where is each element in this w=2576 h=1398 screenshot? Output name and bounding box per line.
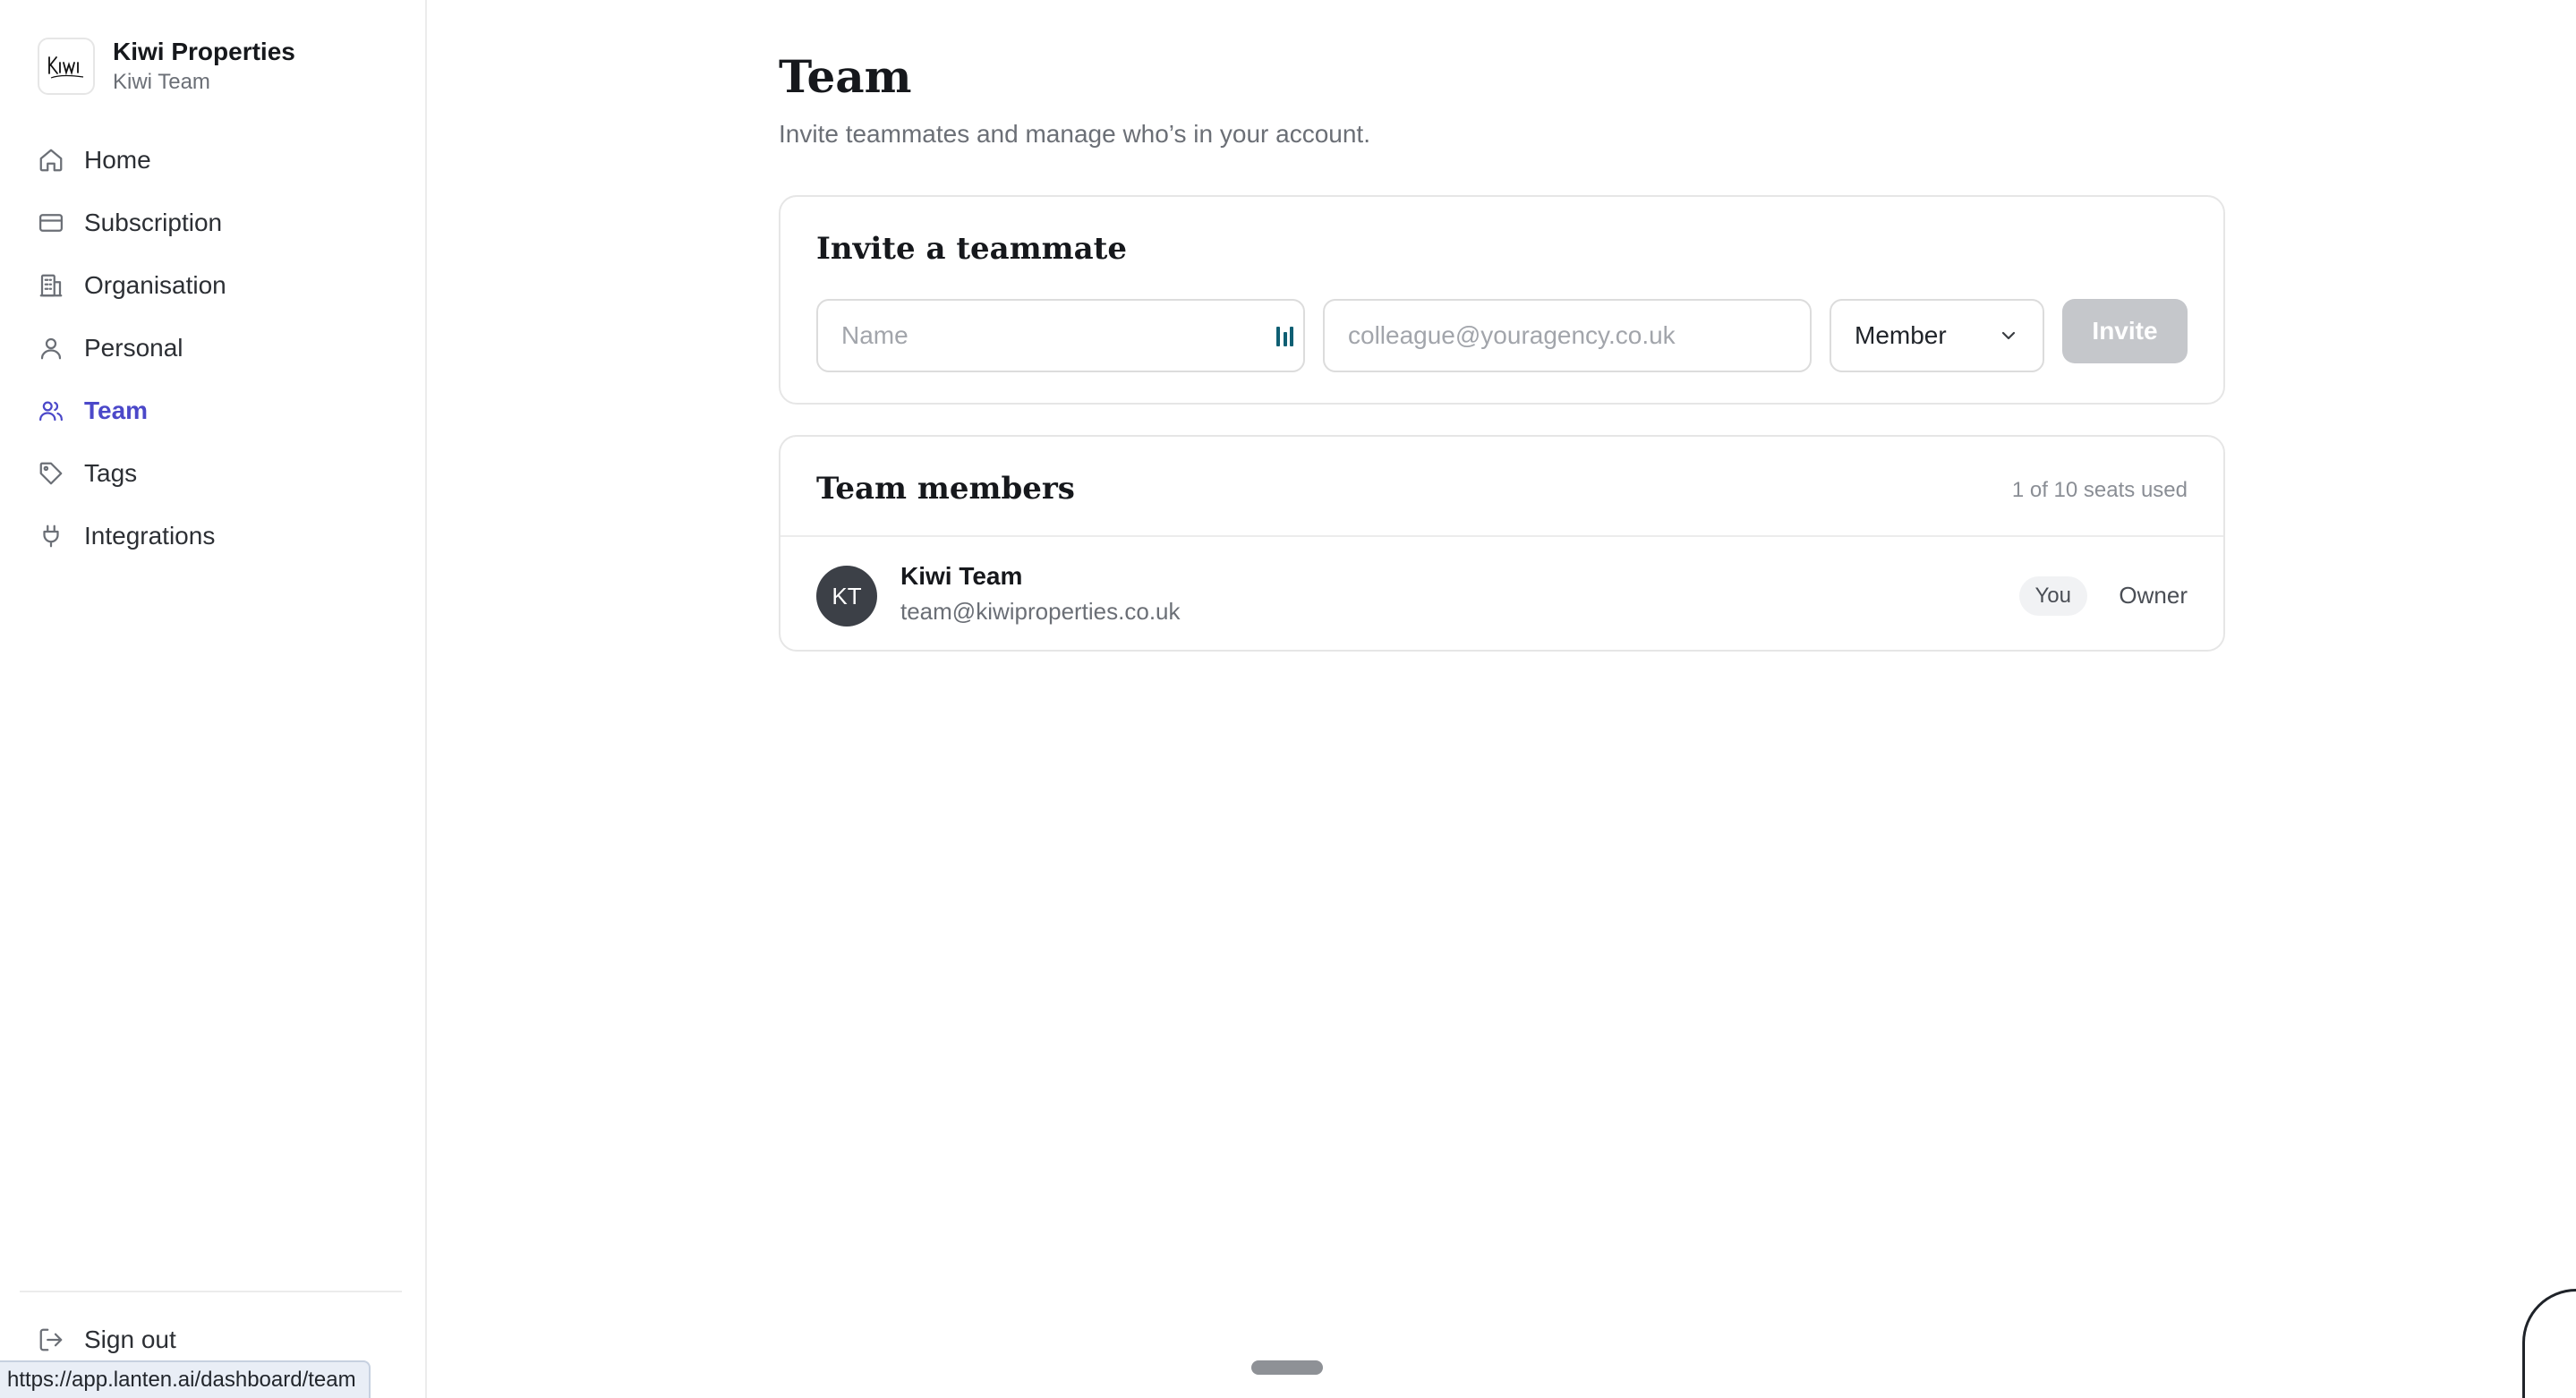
building-icon bbox=[39, 274, 63, 297]
invite-button[interactable]: Invite bbox=[2062, 299, 2188, 363]
team-members-header: Team members 1 of 10 seats used bbox=[780, 437, 2223, 537]
team-members-card: Team members 1 of 10 seats used KT Kiwi … bbox=[779, 435, 2225, 652]
seats-used-count: 1 of 10 seats used bbox=[2011, 478, 2188, 502]
users-icon bbox=[39, 401, 63, 422]
sidebar-item-subscription[interactable]: Subscription bbox=[38, 192, 405, 254]
kiwi-logo-icon bbox=[48, 56, 84, 79]
brand-team: Kiwi Team bbox=[113, 70, 210, 94]
you-badge: You bbox=[2018, 576, 2087, 616]
avatar: KT bbox=[816, 566, 877, 627]
user-icon bbox=[40, 337, 62, 360]
tag-icon bbox=[39, 462, 63, 485]
table-row: KT Kiwi Team team@kiwiproperties.co.uk Y… bbox=[780, 537, 2223, 652]
sidebar-item-personal[interactable]: Personal bbox=[38, 317, 405, 379]
role-select[interactable]: Member bbox=[1830, 299, 2044, 372]
sidebar-item-label: Personal bbox=[84, 334, 183, 362]
sign-out-label: Sign out bbox=[84, 1326, 176, 1353]
member-role: Owner bbox=[2119, 582, 2188, 609]
sidebar-item-integrations[interactable]: Integrations bbox=[38, 505, 405, 567]
sidebar-item-label: Organisation bbox=[84, 271, 226, 299]
link-status-url: https://app.lanten.ai/dashboard/team bbox=[0, 1360, 371, 1398]
sidebar-item-organisation[interactable]: Organisation bbox=[38, 254, 405, 317]
app-window: Kiwi Properties Kiwi Team Home Subscript… bbox=[0, 0, 2576, 1398]
scroll-handle[interactable] bbox=[1251, 1360, 1323, 1375]
page-subtitle: Invite teammates and manage who’s in you… bbox=[779, 120, 1370, 148]
sidebar-item-home[interactable]: Home bbox=[38, 129, 405, 192]
credit-card-icon bbox=[39, 214, 63, 232]
brand[interactable]: Kiwi Properties Kiwi Team bbox=[38, 36, 295, 97]
sidebar-item-tags[interactable]: Tags bbox=[38, 442, 405, 505]
window-corner bbox=[2522, 1289, 2576, 1398]
member-email: team@kiwiproperties.co.uk bbox=[900, 598, 1181, 625]
member-name: Kiwi Team bbox=[900, 562, 1023, 590]
name-input[interactable] bbox=[816, 299, 1305, 372]
invite-card-title: Invite a teammate bbox=[816, 231, 1128, 267]
email-input[interactable] bbox=[1323, 299, 1812, 372]
plug-icon bbox=[43, 524, 59, 548]
sidebar-divider bbox=[20, 1291, 402, 1292]
sidebar-nav: Home Subscription Organisation Personal … bbox=[38, 129, 405, 567]
team-members-title: Team members bbox=[816, 471, 1075, 507]
role-select-value: Member bbox=[1855, 321, 1947, 349]
sidebar-item-team[interactable]: Team bbox=[38, 379, 405, 442]
brand-name: Kiwi Properties bbox=[113, 38, 295, 65]
home-icon bbox=[39, 149, 63, 172]
password-manager-icon[interactable] bbox=[1275, 324, 1296, 349]
sidebar-item-label: Tags bbox=[84, 459, 138, 487]
sidebar-item-label: Team bbox=[84, 396, 149, 424]
brand-logo bbox=[38, 38, 95, 95]
sidebar: Kiwi Properties Kiwi Team Home Subscript… bbox=[0, 0, 427, 1398]
invite-card: Invite a teammate Member Invite bbox=[779, 195, 2225, 405]
page-title: Team bbox=[779, 50, 912, 103]
sidebar-item-label: Home bbox=[84, 146, 151, 174]
chevron-down-icon bbox=[2001, 331, 2016, 340]
sidebar-item-label: Subscription bbox=[84, 209, 223, 236]
sidebar-item-label: Integrations bbox=[84, 522, 216, 550]
log-out-icon bbox=[39, 1328, 63, 1351]
